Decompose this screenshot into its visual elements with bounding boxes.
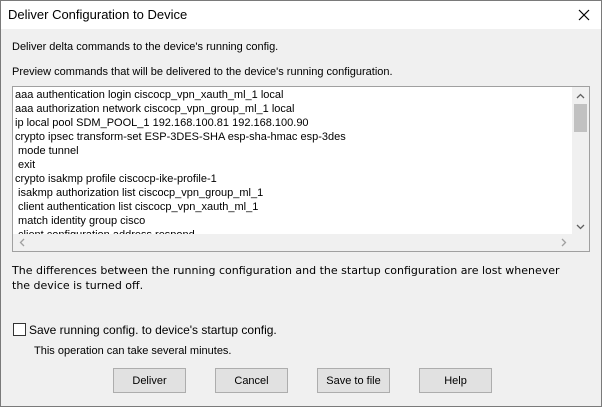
deliver-button[interactable]: Deliver — [113, 368, 186, 393]
chevron-up-icon — [576, 93, 585, 98]
save-to-file-button[interactable]: Save to file — [317, 368, 390, 393]
close-button[interactable] — [567, 1, 601, 29]
vertical-scrollbar[interactable] — [572, 87, 589, 235]
vertical-scroll-thumb[interactable] — [574, 104, 587, 132]
preview-commands-box[interactable]: aaa authentication login ciscocp_vpn_xau… — [12, 86, 590, 252]
deliver-config-dialog: Deliver Configuration to Device Deliver … — [0, 0, 602, 407]
cancel-button[interactable]: Cancel — [215, 368, 288, 393]
preview-command-line: crypto isakmp profile ciscocp-ike-profil… — [15, 173, 217, 185]
chevron-down-icon — [576, 224, 585, 229]
differences-info-line-2: the device is turned off. — [12, 279, 144, 292]
scroll-down-button[interactable] — [572, 218, 589, 235]
chevron-right-icon — [561, 238, 566, 247]
close-icon — [578, 9, 590, 21]
preview-command-line: aaa authentication login ciscocp_vpn_xau… — [15, 89, 284, 101]
dialog-title: Deliver Configuration to Device — [8, 7, 188, 22]
preview-command-line: match identity group cisco — [15, 215, 146, 227]
preview-command-line: crypto ipsec transform-set ESP-3DES-SHA … — [15, 131, 346, 143]
preview-command-line: isakmp authorization list ciscocp_vpn_gr… — [15, 187, 264, 199]
preview-command-line: aaa authorization network ciscocp_vpn_gr… — [15, 103, 295, 115]
save-startup-label[interactable]: Save running config. to device's startup… — [29, 323, 277, 337]
scroll-left-button[interactable] — [13, 234, 30, 251]
scrollbar-corner — [572, 234, 589, 251]
operation-note: This operation can take several minutes. — [34, 345, 232, 357]
scroll-right-button[interactable] — [555, 234, 572, 251]
scroll-up-button[interactable] — [572, 87, 589, 104]
differences-info-line-1: The differences between the running conf… — [12, 264, 560, 277]
preview-command-line: client authentication list ciscocp_vpn_x… — [15, 201, 259, 213]
help-button[interactable]: Help — [419, 368, 492, 393]
preview-command-line: mode tunnel — [15, 145, 79, 157]
title-bar[interactable]: Deliver Configuration to Device — [1, 1, 601, 29]
preview-command-line: ip local pool SDM_POOL_1 192.168.100.81 … — [15, 117, 309, 129]
save-startup-checkbox[interactable] — [13, 323, 26, 336]
preview-label: Preview commands that will be delivered … — [12, 66, 393, 78]
differences-info: The differences between the running conf… — [12, 263, 592, 293]
preview-command-line: exit — [15, 159, 36, 171]
chevron-left-icon — [19, 238, 24, 247]
horizontal-scrollbar[interactable] — [13, 234, 572, 251]
preview-commands-list: aaa authentication login ciscocp_vpn_xau… — [15, 88, 570, 236]
intro-text: Deliver delta commands to the device's r… — [12, 41, 279, 53]
